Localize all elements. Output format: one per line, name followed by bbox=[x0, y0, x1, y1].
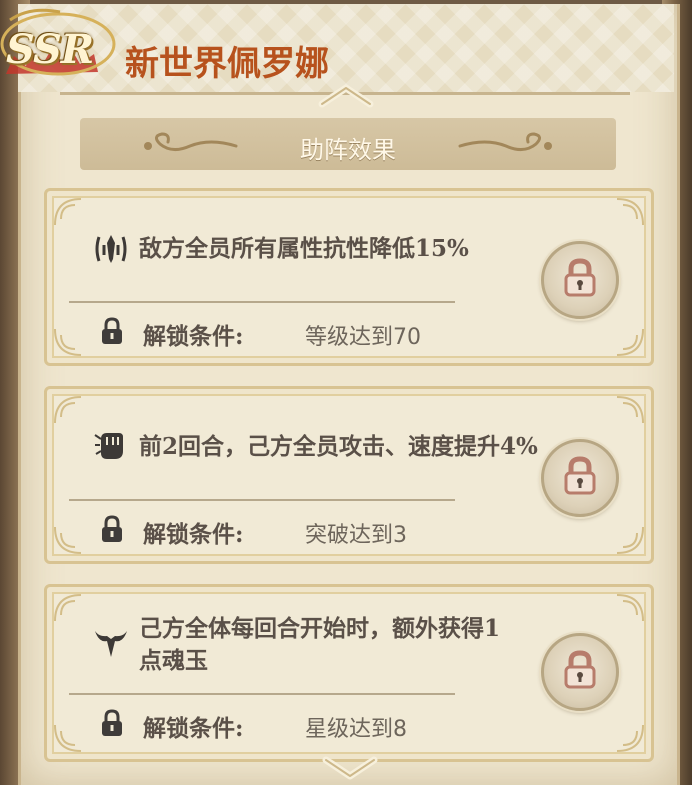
horned-helmet-icon bbox=[95, 631, 127, 657]
effect-card-3: 己方全体每回合开始时，额外获得1点魂玉 解锁条件: 星级达到8 bbox=[44, 584, 654, 762]
unlock-condition-label: 解锁条件: bbox=[143, 323, 244, 350]
flourish-right-icon bbox=[458, 132, 552, 151]
unlock-condition-value: 星级达到8 bbox=[305, 717, 407, 742]
locked-effect-button[interactable] bbox=[541, 633, 619, 711]
effect-description: 己方全体每回合开始时，额外获得1点魂玉 bbox=[139, 615, 501, 674]
corner-ornament-icon bbox=[616, 594, 644, 622]
rarity-label: SSR bbox=[6, 26, 94, 73]
corner-ornament-icon bbox=[54, 594, 82, 622]
locked-effect-button[interactable] bbox=[541, 241, 619, 319]
effect-description: 前2回合，己方全员攻击、速度提升4% bbox=[139, 433, 538, 460]
corner-ornament-icon bbox=[616, 526, 644, 554]
card-divider bbox=[69, 693, 455, 695]
padlock-icon bbox=[564, 650, 596, 689]
fist-icon bbox=[94, 433, 123, 459]
effect-card-2: 前2回合，己方全员攻击、速度提升4% 解锁条件: 突破达到3 bbox=[44, 386, 654, 564]
resistance-icon bbox=[95, 235, 127, 263]
card-divider bbox=[69, 499, 455, 501]
scroll-up-chevron-icon[interactable] bbox=[318, 82, 374, 108]
lock-icon bbox=[102, 317, 122, 344]
card-divider bbox=[69, 301, 455, 303]
corner-ornament-icon bbox=[54, 198, 82, 226]
corner-ornament-icon bbox=[54, 724, 82, 752]
character-name: 新世界佩罗娜 bbox=[125, 44, 329, 84]
unlock-condition-value: 突破达到3 bbox=[305, 523, 407, 548]
scroll-down-chevron-icon[interactable] bbox=[322, 754, 378, 782]
ssr-rarity-badge: SSR bbox=[0, 4, 120, 86]
corner-ornament-icon bbox=[616, 396, 644, 424]
corner-ornament-icon bbox=[616, 198, 644, 226]
corner-ornament-icon bbox=[54, 526, 82, 554]
unlock-condition-label: 解锁条件: bbox=[143, 715, 244, 742]
unlock-condition-value: 等级达到70 bbox=[305, 325, 421, 350]
corner-ornament-icon bbox=[616, 328, 644, 356]
effect-description: 敌方全员所有属性抗性降低15% bbox=[139, 235, 469, 262]
locked-effect-button[interactable] bbox=[541, 439, 619, 517]
lock-icon bbox=[102, 515, 122, 542]
corner-ornament-icon bbox=[54, 396, 82, 424]
lock-icon bbox=[102, 709, 122, 736]
padlock-icon bbox=[564, 258, 596, 297]
section-header: 助阵效果 bbox=[80, 118, 616, 170]
padlock-icon bbox=[564, 456, 596, 495]
corner-ornament-icon bbox=[616, 724, 644, 752]
corner-ornament-icon bbox=[54, 328, 82, 356]
effect-card-1: 敌方全员所有属性抗性降低15% 解锁条件: 等级达到70 bbox=[44, 188, 654, 366]
unlock-condition-label: 解锁条件: bbox=[143, 521, 244, 548]
